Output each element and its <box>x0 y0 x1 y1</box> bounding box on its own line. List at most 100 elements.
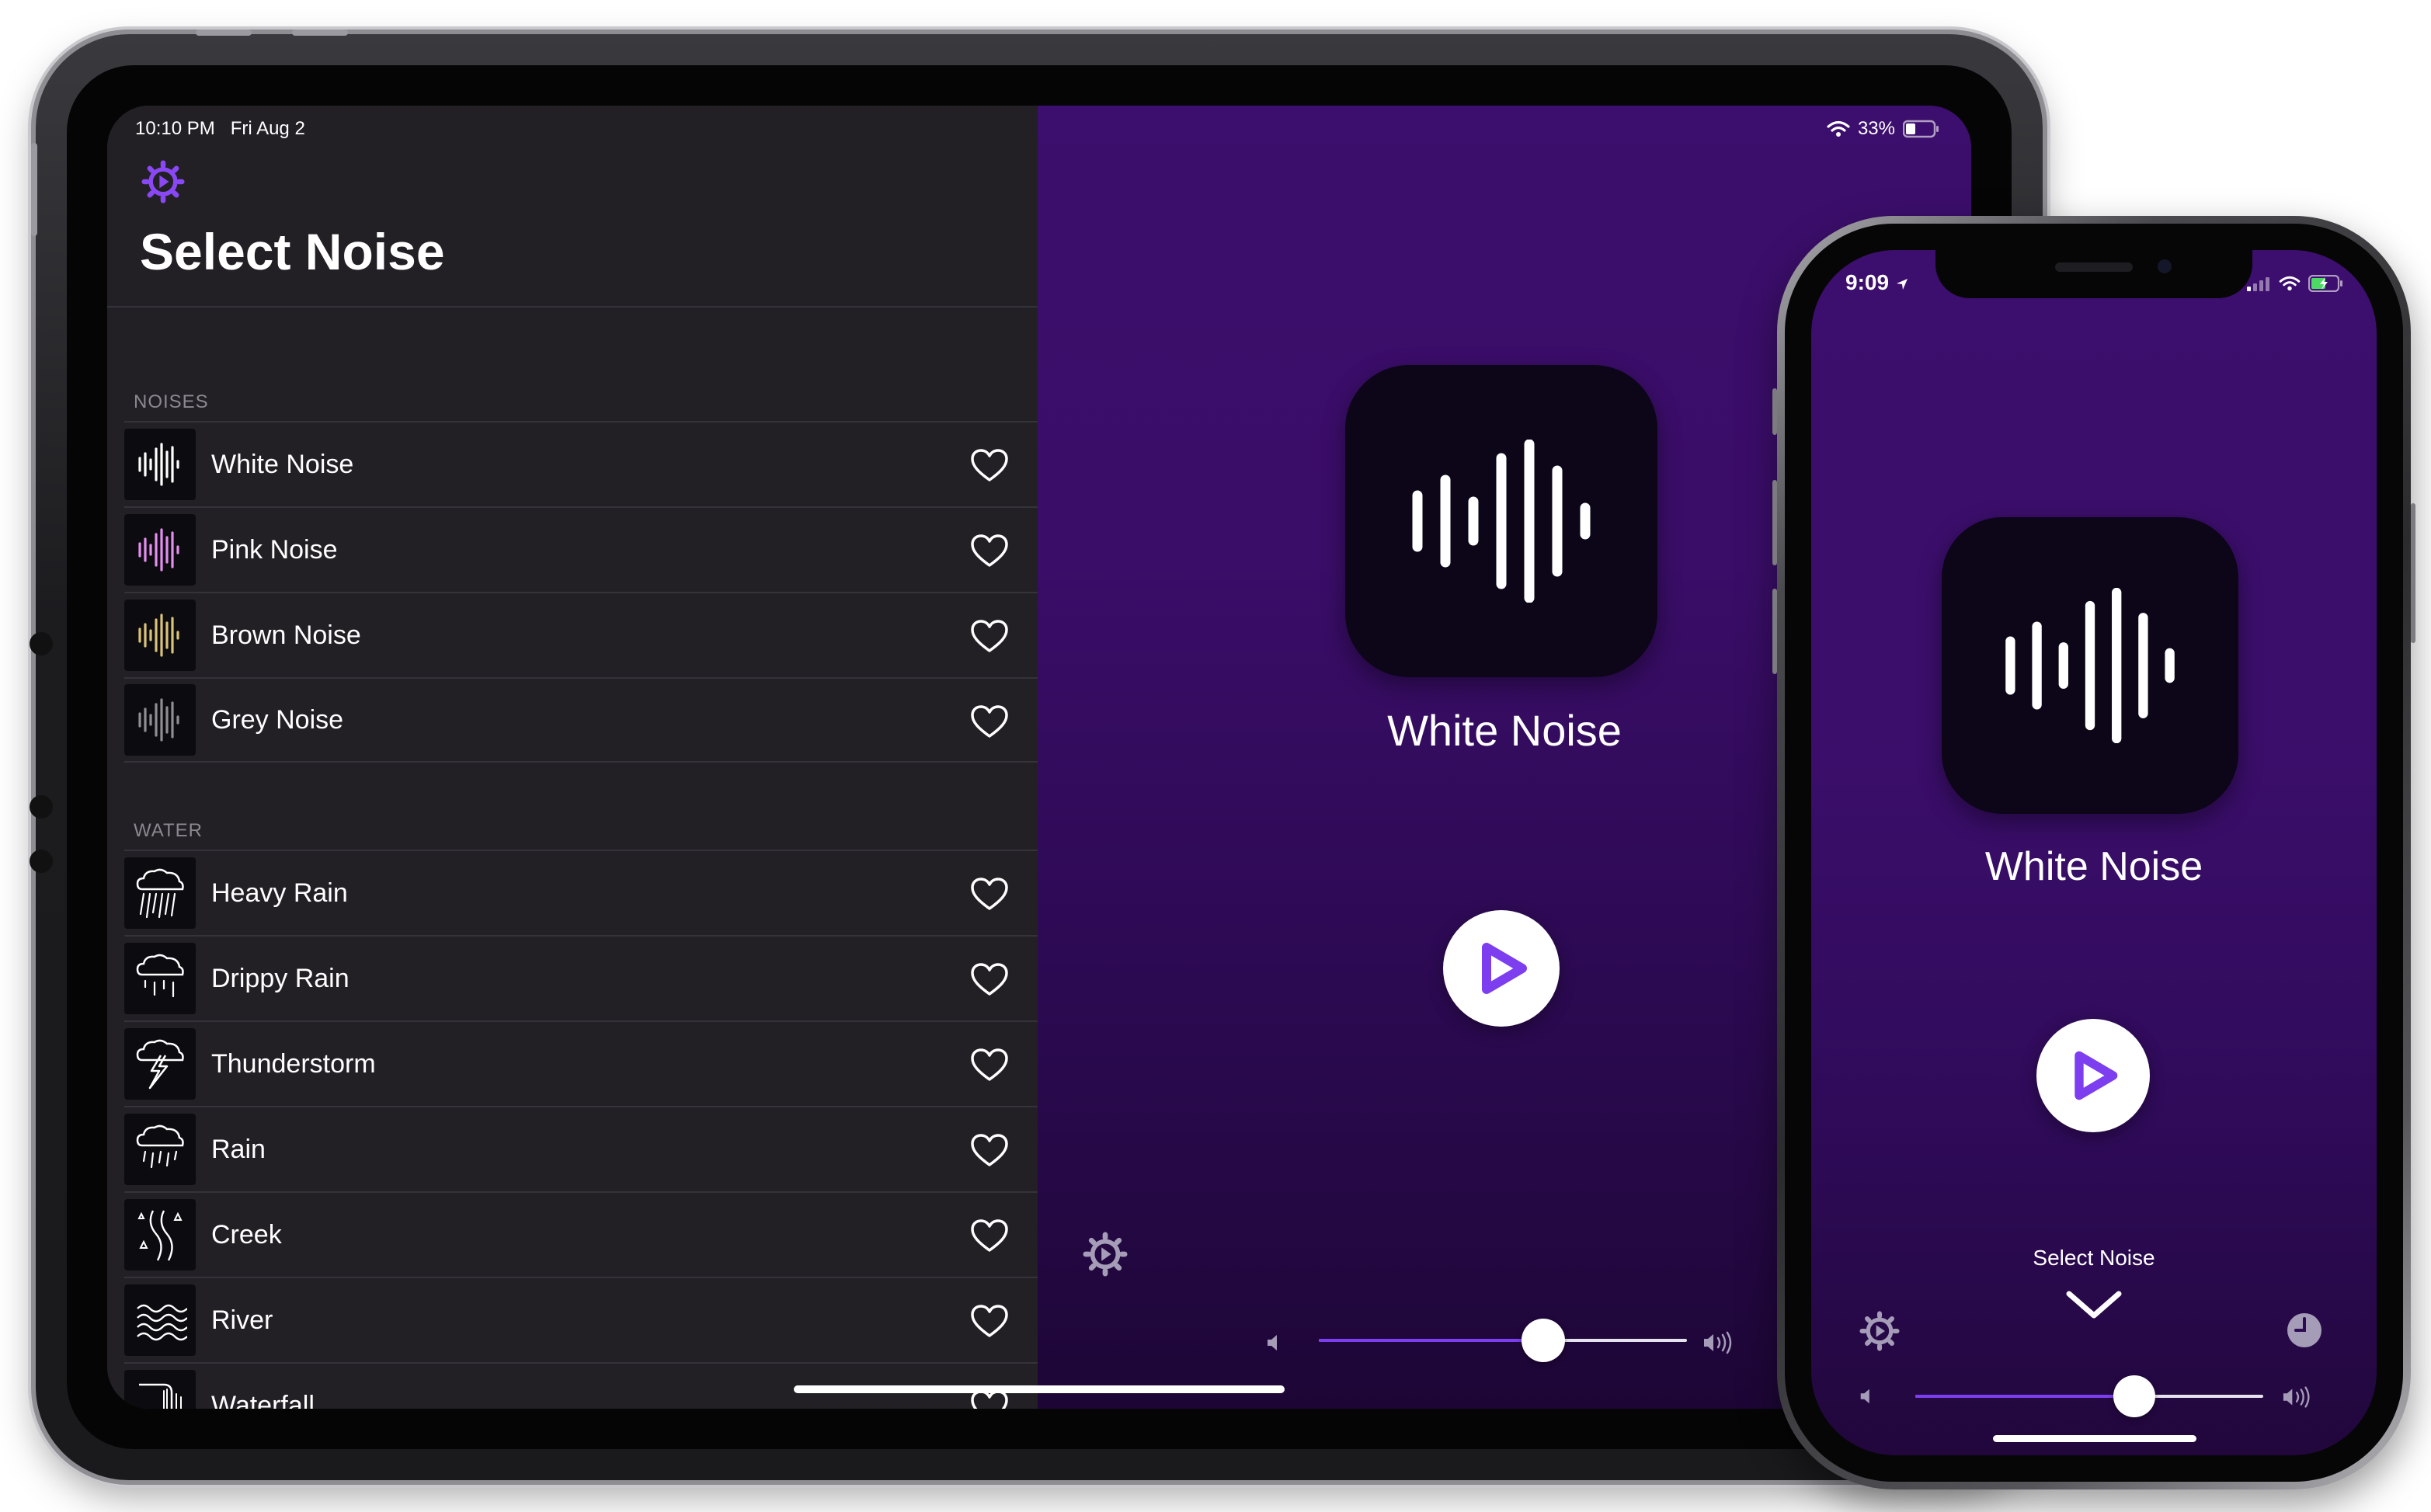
thumb <box>124 943 196 1014</box>
list-item-rain[interactable]: Rain <box>124 1106 1038 1191</box>
notch <box>1935 250 2252 298</box>
noise-artwork <box>1345 365 1657 677</box>
play-icon <box>2075 1051 2118 1100</box>
volume-up-button <box>1772 480 1777 565</box>
iphone-screen: 9:09 White Noise Select Noise <box>1811 250 2377 1455</box>
status-date: Fri Aug 2 <box>230 118 305 139</box>
page-title: Select Noise <box>140 223 445 280</box>
settings-gear-icon[interactable] <box>1859 1311 1900 1351</box>
list-item-pink-noise[interactable]: Pink Noise <box>124 506 1038 592</box>
thumb <box>124 1199 196 1270</box>
waveform-pink-icon <box>138 528 179 572</box>
wifi-icon <box>2279 276 2301 291</box>
camera-dot <box>30 632 53 655</box>
list-item-white-noise[interactable]: White Noise <box>124 421 1038 506</box>
waveform-grey-icon <box>138 698 179 742</box>
play-button[interactable] <box>1443 910 1560 1027</box>
front-camera <box>2158 259 2172 273</box>
status-time-date: 10:10 PM Fri Aug 2 <box>135 118 305 140</box>
favorite-heart-icon[interactable] <box>971 1219 1008 1253</box>
list-item-brown-noise[interactable]: Brown Noise <box>124 592 1038 677</box>
noises-list: White Noise Pink Noise Brown Noise Grey … <box>124 421 1038 763</box>
speaker-grille <box>2055 262 2133 272</box>
ipad-home-indicator[interactable] <box>794 1385 1285 1393</box>
thumb <box>124 684 196 756</box>
list-item-label: Brown Noise <box>211 620 361 650</box>
chevron-down-icon[interactable] <box>2064 1288 2123 1322</box>
volume-low-icon <box>1860 1389 1869 1404</box>
favorite-heart-icon[interactable] <box>971 705 1008 739</box>
status-indicators: 33% <box>1827 118 1940 140</box>
list-item-label: Creek <box>211 1219 282 1250</box>
battery-charging-icon <box>2308 275 2342 292</box>
favorite-heart-icon[interactable] <box>971 449 1008 483</box>
select-noise-label[interactable]: Select Noise <box>1811 1246 2377 1270</box>
camera-dot <box>30 795 53 819</box>
volume-slider[interactable] <box>1319 1319 1687 1362</box>
thumb <box>124 1028 196 1100</box>
play-button[interactable] <box>2036 1019 2150 1132</box>
volume-knob[interactable] <box>2113 1375 2156 1417</box>
ipad-screen: 10:10 PM Fri Aug 2 33% Select Noise NOIS… <box>107 106 1971 1409</box>
settings-gear-icon[interactable] <box>141 160 185 203</box>
waveform-icon <box>2005 588 2175 743</box>
waveform-white-icon <box>138 443 179 486</box>
list-item-heavy-rain[interactable]: Heavy Rain <box>124 850 1038 935</box>
cellular-signal-icon <box>2247 277 2269 291</box>
thumb <box>124 1114 196 1185</box>
favorite-heart-icon[interactable] <box>971 620 1008 654</box>
now-playing-title: White Noise <box>1984 844 2203 889</box>
list-item-label: Rain <box>211 1134 266 1164</box>
list-item-thunderstorm[interactable]: Thunderstorm <box>124 1020 1038 1106</box>
ipad-status-bar: 10:10 PM Fri Aug 2 33% <box>107 106 1971 149</box>
location-arrow-icon <box>1896 278 1908 290</box>
list-item-creek[interactable]: Creek <box>124 1191 1038 1277</box>
iphone-home-indicator[interactable] <box>1993 1435 2196 1442</box>
ipad-device: 10:10 PM Fri Aug 2 33% Select Noise NOIS… <box>30 30 2043 1480</box>
title-divider <box>107 306 1038 308</box>
list-item-label: Drippy Rain <box>211 963 350 993</box>
battery-percent: 33% <box>1857 118 1895 139</box>
waveform-icon <box>1412 440 1591 603</box>
list-item-label: Waterfall <box>211 1390 315 1409</box>
favorite-heart-icon[interactable] <box>971 1305 1008 1339</box>
iphone-device: 9:09 White Noise Select Noise <box>1772 216 2415 1489</box>
volume-fill <box>1915 1395 2135 1398</box>
water-list: Heavy Rain Drippy Rain Thunderstorm Rain… <box>124 850 1038 1409</box>
favorite-heart-icon[interactable] <box>971 1134 1008 1168</box>
drippy-rain-icon <box>136 954 184 998</box>
thumb <box>124 857 196 929</box>
timer-icon[interactable] <box>2285 1311 2324 1350</box>
list-item-drippy-rain[interactable]: Drippy Rain <box>124 935 1038 1020</box>
volume-knob[interactable] <box>1522 1319 1566 1362</box>
favorite-heart-icon[interactable] <box>971 534 1008 568</box>
settings-gear-icon[interactable] <box>1083 1232 1128 1277</box>
volume-high-icon <box>1704 1331 1732 1354</box>
list-item-river[interactable]: River <box>124 1277 1038 1362</box>
heavy-rain-icon <box>136 868 184 919</box>
noise-sidebar: Select Noise NOISES White Noise Pink Noi… <box>107 106 1038 1409</box>
battery-icon <box>1903 120 1939 138</box>
thunderstorm-icon <box>136 1039 184 1090</box>
iphone-status-time: 9:09 <box>1845 270 1909 295</box>
favorite-heart-icon[interactable] <box>971 963 1008 997</box>
list-item-label: Heavy Rain <box>211 878 348 908</box>
mute-switch <box>1772 388 1777 435</box>
list-item-label: White Noise <box>211 449 354 479</box>
thumb <box>124 1284 196 1356</box>
rain-icon <box>136 1124 184 1169</box>
volume-slider[interactable] <box>1915 1375 2263 1417</box>
river-icon <box>137 1304 187 1341</box>
section-header-noises: NOISES <box>134 391 209 412</box>
list-item-grey-noise[interactable]: Grey Noise <box>124 677 1038 763</box>
section-header-water: WATER <box>134 820 203 841</box>
side-button <box>31 143 37 236</box>
list-item-label: River <box>211 1305 273 1335</box>
list-item-label: Thunderstorm <box>211 1048 376 1079</box>
waterfall-icon <box>139 1383 182 1409</box>
favorite-heart-icon[interactable] <box>971 1048 1008 1083</box>
volume-down-button <box>1772 589 1777 674</box>
wifi-icon <box>1827 120 1850 137</box>
favorite-heart-icon[interactable] <box>971 878 1008 912</box>
noise-artwork <box>1942 517 2238 814</box>
